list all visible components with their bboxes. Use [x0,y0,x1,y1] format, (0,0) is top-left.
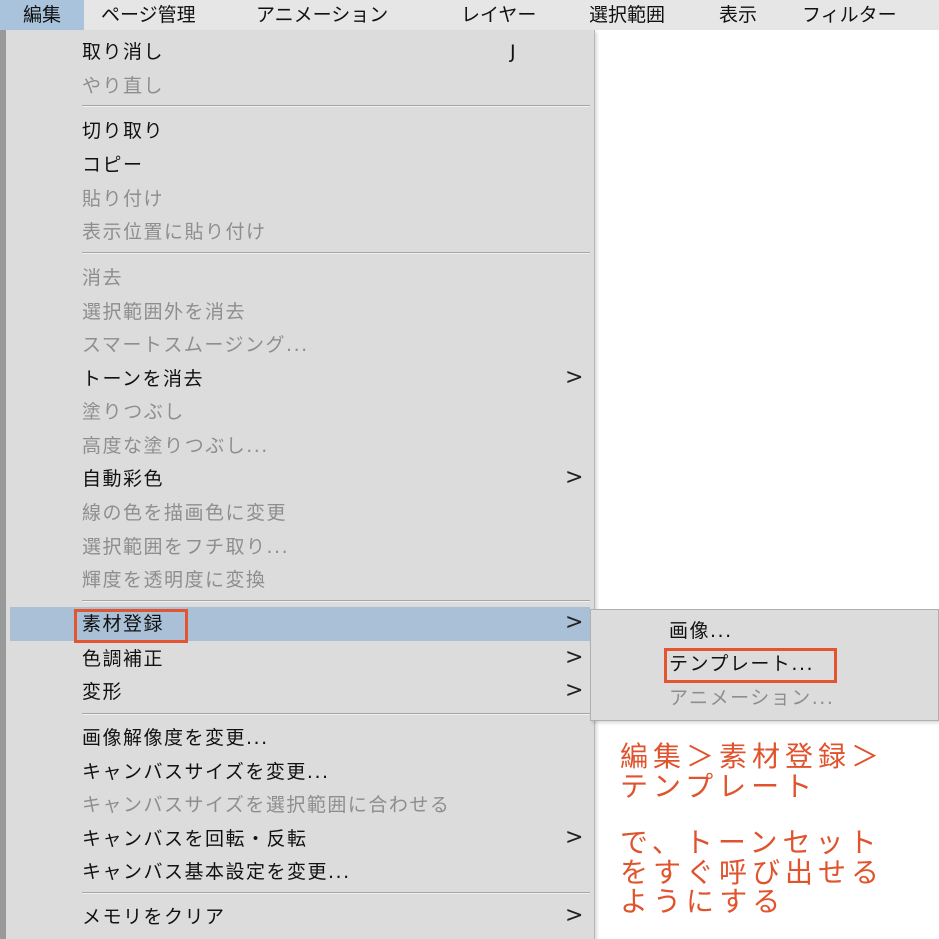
menu-item-luminance-to-transparency[interactable]: 輝度を透明度に変換 [10,563,590,597]
submenu-item-label: 画像... [669,620,733,642]
menu-item-border-selection[interactable]: 選択範囲をフチ取り... [10,530,590,564]
menu-item-paste-in-place[interactable]: 表示位置に貼り付け [10,215,590,249]
menubar-selection[interactable]: 選択範囲 [589,0,665,30]
menu-item-change-canvas-size[interactable]: キャンバスサイズを変更... [10,755,590,789]
menu-item-fit-canvas-to-selection[interactable]: キャンバスサイズを選択範囲に合わせる [10,788,590,822]
menu-item-rotate-flip-canvas[interactable]: キャンバスを回転・反転 > [10,822,590,856]
menu-item-change-basic-canvas-settings[interactable]: キャンバス基本設定を変更... [10,855,590,889]
menu-item-paste[interactable]: 貼り付け [10,182,590,216]
menu-separator [82,105,590,107]
menu-separator [82,892,590,894]
submenu-item-label: アニメーション... [669,687,835,709]
menu-item-label: 表示位置に貼り付け [82,221,267,243]
annotation-line: で、トーンセット [620,826,882,859]
menu-item-label: 選択範囲をフチ取り... [82,536,290,558]
menu-item-label: 高度な塗りつぶし... [82,435,269,457]
menu-item-clear-outside-selection[interactable]: 選択範囲外を消去 [10,295,590,329]
menubar-filter[interactable]: フィルター [802,0,897,30]
annotation-line: 編集＞素材登録＞ [620,740,885,773]
menu-item-label: 画像解像度を変更... [82,727,269,749]
menu-item-smart-smoothing[interactable]: スマートスムージング... [10,328,590,362]
menu-item-fill[interactable]: 塗りつぶし [10,395,590,429]
menubar-animation[interactable]: アニメーション [256,0,388,30]
menu-item-label: 切り取り [82,120,165,142]
chevron-right-icon: > [565,645,584,670]
menu-item-label: キャンバスサイズを変更... [82,761,330,783]
submenu-item-animation[interactable]: アニメーション... [591,682,938,714]
menubar-view[interactable]: 表示 [719,0,757,30]
shortcut-label: J [510,41,516,63]
menu-item-label: 貼り付け [82,188,165,210]
menu-item-auto-coloring[interactable]: 自動彩色 > [10,462,590,496]
menu-item-label: メモリをクリア [82,906,226,928]
menu-item-copy[interactable]: コピー [10,148,590,182]
menu-item-label: 取り消し [82,41,165,63]
menu-item-label: キャンバスサイズを選択範囲に合わせる [82,794,451,816]
menu-item-advanced-fill[interactable]: 高度な塗りつぶし... [10,429,590,463]
menu-item-transform[interactable]: 変形 > [10,675,590,709]
menu-item-label: コピー [82,154,144,176]
menu-separator [82,713,590,715]
menu-item-label: トーンを消去 [82,368,205,390]
chevron-right-icon: > [565,678,584,703]
menu-item-tonal-correction[interactable]: 色調補正 > [10,642,590,676]
menubar-layer[interactable]: レイヤー [461,0,536,30]
highlight-box-template [664,648,837,683]
highlight-box-register-material [74,609,188,643]
menu-item-undo[interactable]: 取り消し J [10,35,590,69]
chevron-right-icon: > [565,465,584,490]
submenu-item-image[interactable]: 画像... [591,615,938,647]
menu-item-label: 線の色を描画色に変更 [82,502,288,524]
menu-item-cut[interactable]: 切り取り [10,114,590,148]
menu-item-label: スマートスムージング... [82,334,309,356]
annotation-line: ようにする [620,885,786,918]
menubar-page-management[interactable]: ページ管理 [101,0,196,30]
menubar-edit[interactable]: 編集 [0,0,84,30]
menu-item-label: 自動彩色 [82,468,165,490]
menu-bar: 編集 ページ管理 アニメーション レイヤー 選択範囲 表示 フィルター [0,0,939,30]
menu-item-label: 色調補正 [82,648,165,670]
chevron-right-icon: > [565,610,584,635]
menu-item-label: 輝度を透明度に変換 [82,569,267,591]
menu-item-erase-tone[interactable]: トーンを消去 > [10,362,590,396]
menu-item-label: 消去 [82,267,124,289]
menu-item-clear[interactable]: 消去 [10,261,590,295]
chevron-right-icon: > [565,903,584,928]
chevron-right-icon: > [565,365,584,390]
menu-separator [82,600,590,602]
edit-dropdown-menu: 取り消し J やり直し 切り取り コピー 貼り付け 表示位置に貼り付け 消去 選… [6,30,595,939]
menu-item-label: キャンバスを回転・反転 [82,828,308,850]
menu-item-label: 変形 [82,681,124,703]
chevron-right-icon: > [565,825,584,850]
menu-item-label: キャンバス基本設定を変更... [82,861,351,883]
menu-separator [82,252,590,254]
annotation-line: をすぐ呼び出せる [620,856,885,889]
menu-item-label: 選択範囲外を消去 [82,301,247,323]
menu-item-clear-memory[interactable]: メモリをクリア > [10,900,590,934]
menu-item-change-image-resolution[interactable]: 画像解像度を変更... [10,721,590,755]
menu-item-label: 塗りつぶし [82,401,185,423]
menu-item-redo[interactable]: やり直し [10,69,590,103]
menu-item-label: やり直し [82,75,165,97]
menu-item-change-line-color[interactable]: 線の色を描画色に変更 [10,496,590,530]
annotation-line: テンプレート [620,770,818,803]
